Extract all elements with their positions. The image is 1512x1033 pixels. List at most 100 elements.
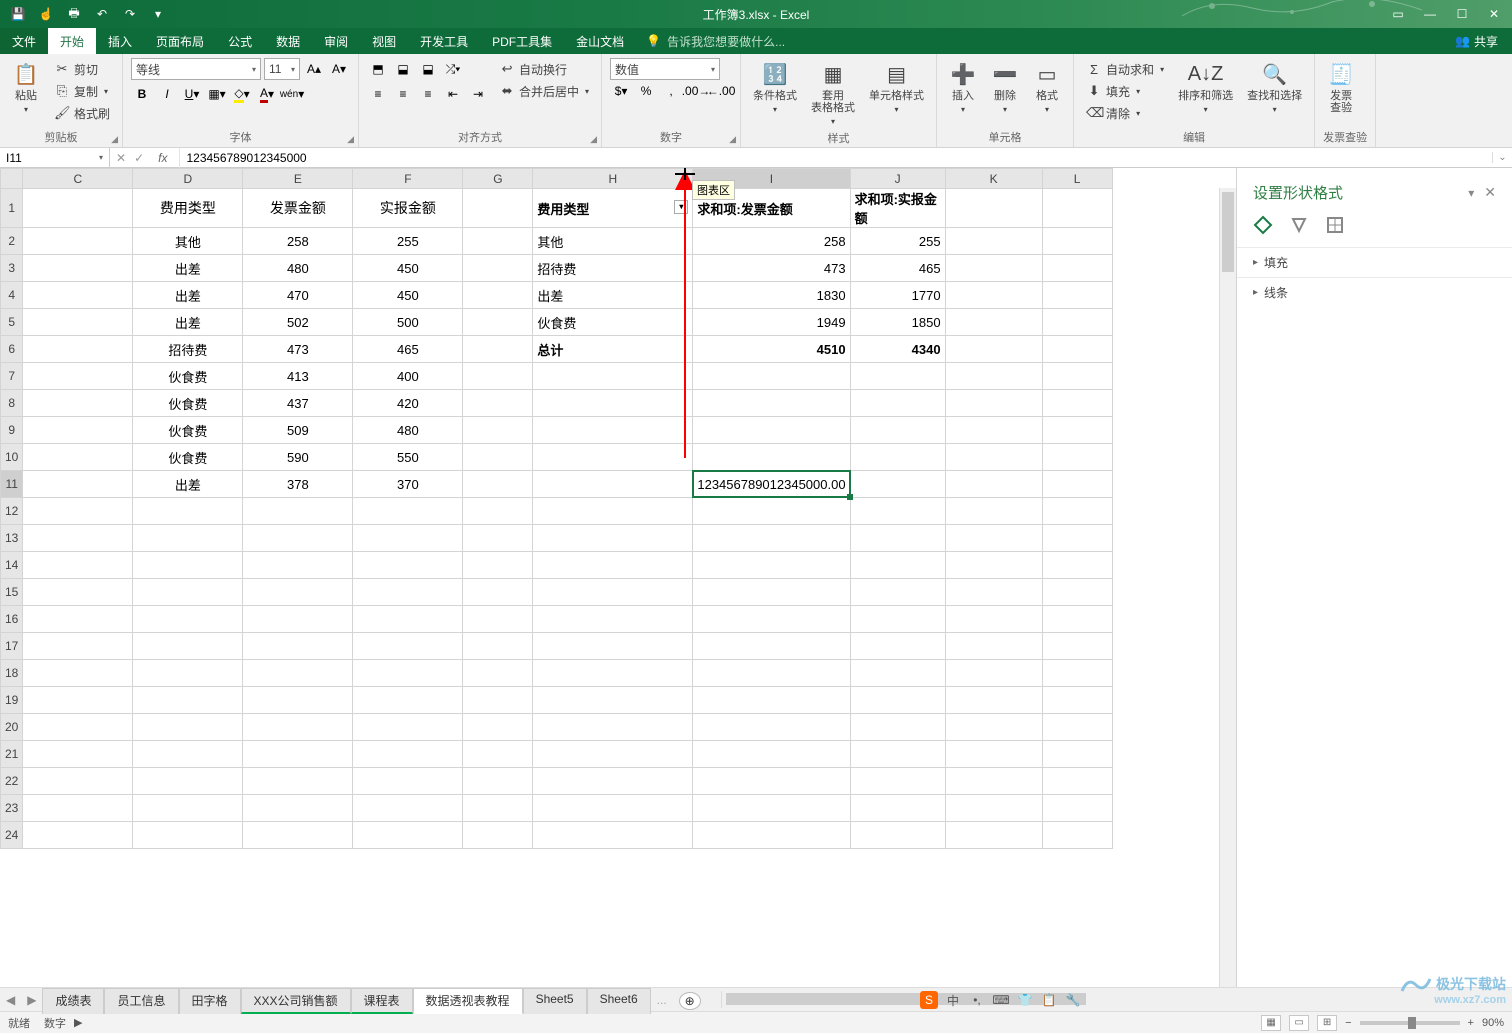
row-header-19[interactable]: 19 <box>1 687 23 714</box>
row-header-11[interactable]: 11 <box>1 471 23 498</box>
ime-brand-icon[interactable]: S <box>920 991 938 1009</box>
col-header-F[interactable]: F <box>353 169 463 189</box>
cell-H3[interactable]: 招待费 <box>533 255 693 282</box>
cell-L1[interactable] <box>1042 189 1112 228</box>
tab-formulas[interactable]: 公式 <box>216 28 264 54</box>
number-format-combo[interactable]: 数值▾ <box>610 58 720 80</box>
cell-K20[interactable] <box>945 714 1042 741</box>
new-sheet-button[interactable]: ⊕ <box>679 992 701 1010</box>
cancel-edit-icon[interactable]: ✕ <box>116 151 126 165</box>
formula-input[interactable]: 123456789012345000 <box>180 148 1492 168</box>
cell-H14[interactable] <box>533 552 693 579</box>
cell-I3[interactable]: 473 <box>693 255 850 282</box>
cell-L9[interactable] <box>1042 417 1112 444</box>
cell-J6[interactable]: 4340 <box>850 336 945 363</box>
vertical-scrollbar[interactable] <box>1219 188 1236 987</box>
cell-L5[interactable] <box>1042 309 1112 336</box>
cell-I18[interactable] <box>693 660 850 687</box>
cell-C19[interactable] <box>23 687 133 714</box>
cell-F5[interactable]: 500 <box>353 309 463 336</box>
cell-G9[interactable] <box>463 417 533 444</box>
cell-K10[interactable] <box>945 444 1042 471</box>
bold-button[interactable]: B <box>131 83 153 105</box>
cell-L8[interactable] <box>1042 390 1112 417</box>
row-header-5[interactable]: 5 <box>1 309 23 336</box>
col-header-C[interactable]: C <box>23 169 133 189</box>
cell-F12[interactable] <box>353 498 463 525</box>
zoom-slider[interactable] <box>1360 1021 1460 1025</box>
tab-more-icon[interactable]: ... <box>651 993 673 1007</box>
cell-C14[interactable] <box>23 552 133 579</box>
row-header-10[interactable]: 10 <box>1 444 23 471</box>
effects-tab-icon[interactable] <box>1289 215 1309 235</box>
cell-C2[interactable] <box>23 228 133 255</box>
cell-L3[interactable] <box>1042 255 1112 282</box>
cell-F15[interactable] <box>353 579 463 606</box>
decrease-indent-icon[interactable]: ⇤ <box>442 83 464 105</box>
fill-button[interactable]: ⬇填充▾ <box>1082 80 1168 102</box>
tab-review[interactable]: 审阅 <box>312 28 360 54</box>
cell-I10[interactable] <box>693 444 850 471</box>
macro-record-icon[interactable]: ▶ <box>74 1016 82 1029</box>
cell-L18[interactable] <box>1042 660 1112 687</box>
cell-D20[interactable] <box>133 714 243 741</box>
cell-K16[interactable] <box>945 606 1042 633</box>
cell-E11[interactable]: 378 <box>243 471 353 498</box>
sheet-tab-7[interactable]: Sheet6 <box>587 988 651 1014</box>
cell-E19[interactable] <box>243 687 353 714</box>
cell-J17[interactable] <box>850 633 945 660</box>
ime-punct[interactable]: •, <box>968 991 986 1009</box>
currency-button[interactable]: $▾ <box>610 80 632 102</box>
cell-F2[interactable]: 255 <box>353 228 463 255</box>
cell-J23[interactable] <box>850 795 945 822</box>
cell-K21[interactable] <box>945 741 1042 768</box>
cell-C1[interactable] <box>23 189 133 228</box>
row-header-13[interactable]: 13 <box>1 525 23 552</box>
tab-home[interactable]: 开始 <box>48 28 96 54</box>
cell-D5[interactable]: 出差 <box>133 309 243 336</box>
orientation-icon[interactable]: ⤮▾ <box>442 58 464 80</box>
decrease-decimal-button[interactable]: ←.00 <box>710 80 732 102</box>
cell-K14[interactable] <box>945 552 1042 579</box>
cell-L7[interactable] <box>1042 363 1112 390</box>
cell-K1[interactable] <box>945 189 1042 228</box>
cell-G8[interactable] <box>463 390 533 417</box>
cell-H18[interactable] <box>533 660 693 687</box>
row-header-9[interactable]: 9 <box>1 417 23 444</box>
cell-D1[interactable]: 费用类型 <box>133 189 243 228</box>
cell-J7[interactable] <box>850 363 945 390</box>
cell-I13[interactable] <box>693 525 850 552</box>
dialog-launcher-icon[interactable]: ◢ <box>729 134 736 145</box>
cell-C16[interactable] <box>23 606 133 633</box>
cell-D6[interactable]: 招待费 <box>133 336 243 363</box>
cell-K3[interactable] <box>945 255 1042 282</box>
pane-options-icon[interactable]: ▾ <box>1468 186 1474 200</box>
name-box[interactable]: I11▾ <box>0 148 110 168</box>
cell-H12[interactable] <box>533 498 693 525</box>
touch-mode-icon[interactable]: ☝ <box>36 4 56 24</box>
sheet-tab-1[interactable]: 员工信息 <box>104 988 178 1014</box>
cell-C17[interactable] <box>23 633 133 660</box>
row-header-20[interactable]: 20 <box>1 714 23 741</box>
page-break-view-icon[interactable]: ⊞ <box>1317 1015 1337 1031</box>
cell-J21[interactable] <box>850 741 945 768</box>
sheet-tab-4[interactable]: 课程表 <box>351 988 413 1014</box>
cell-H1[interactable]: 费用类型▾ <box>533 189 693 228</box>
cell-E7[interactable]: 413 <box>243 363 353 390</box>
cell-L2[interactable] <box>1042 228 1112 255</box>
cell-L6[interactable] <box>1042 336 1112 363</box>
cell-L20[interactable] <box>1042 714 1112 741</box>
cell-I22[interactable] <box>693 768 850 795</box>
cell-G11[interactable] <box>463 471 533 498</box>
cell-I16[interactable] <box>693 606 850 633</box>
tab-nav-next-icon[interactable]: ▶ <box>21 993 42 1007</box>
cell-J16[interactable] <box>850 606 945 633</box>
sheet-tab-3[interactable]: XXX公司销售额 <box>241 988 351 1014</box>
cell-I12[interactable] <box>693 498 850 525</box>
col-header-D[interactable]: D <box>133 169 243 189</box>
cell-H23[interactable] <box>533 795 693 822</box>
cell-E10[interactable]: 590 <box>243 444 353 471</box>
cell-K13[interactable] <box>945 525 1042 552</box>
cell-J15[interactable] <box>850 579 945 606</box>
col-header-L[interactable]: L <box>1042 169 1112 189</box>
